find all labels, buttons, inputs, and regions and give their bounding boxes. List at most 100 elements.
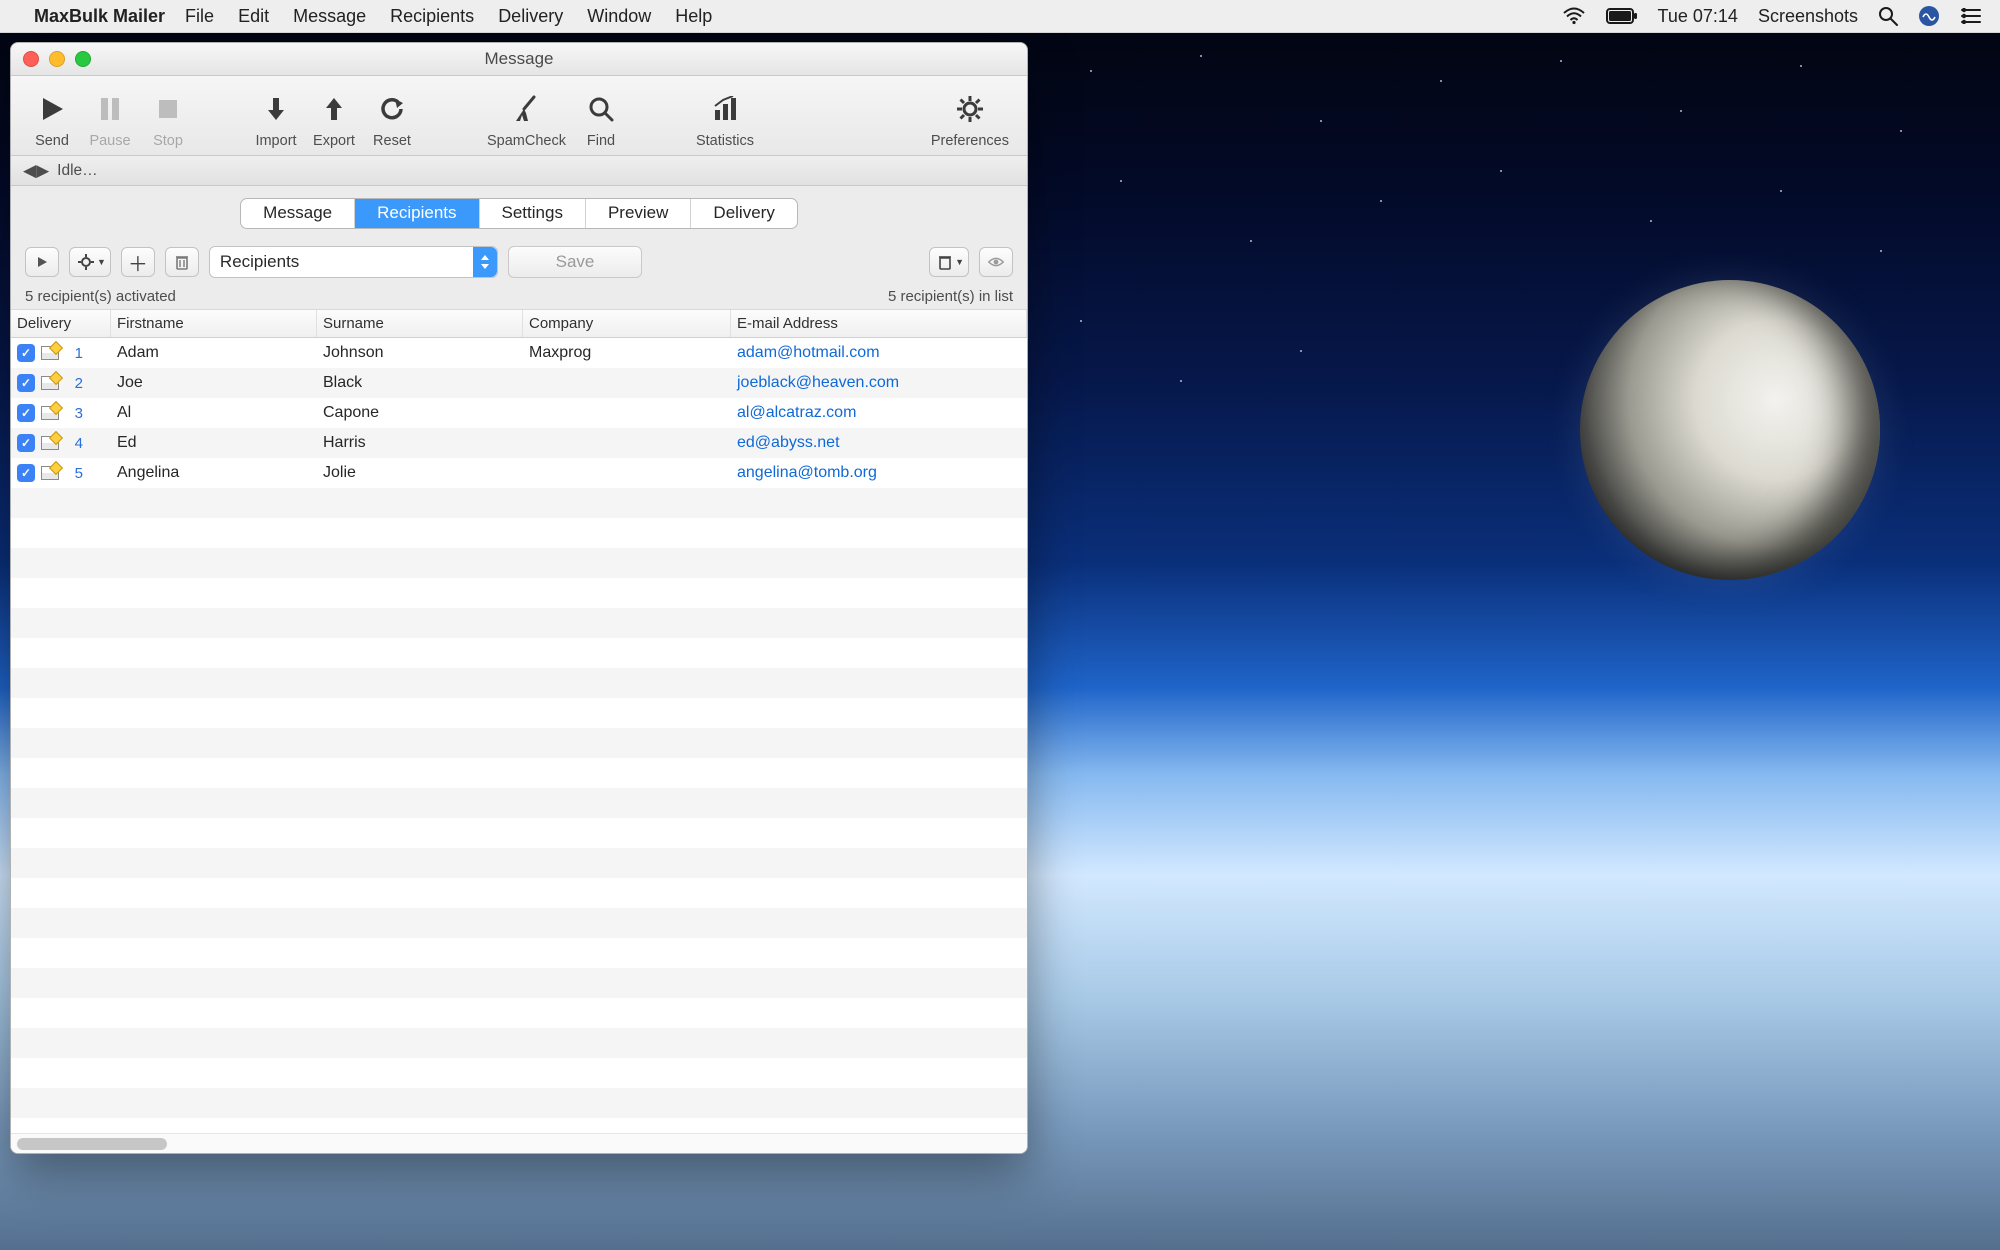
zoom-button[interactable]: [75, 51, 91, 67]
tab-message[interactable]: Message: [241, 199, 355, 228]
col-surname[interactable]: Surname: [317, 310, 523, 337]
table-row-empty: [11, 788, 1027, 818]
search-icon: [588, 89, 614, 129]
menu-message[interactable]: Message: [293, 6, 366, 27]
horizontal-scrollbar[interactable]: [11, 1133, 1027, 1153]
tab-settings[interactable]: Settings: [480, 199, 586, 228]
table-row[interactable]: ✓2JoeBlackjoeblack@heaven.com: [11, 368, 1027, 398]
stop-button[interactable]: Stop: [139, 89, 197, 149]
tab-recipients[interactable]: Recipients: [355, 199, 479, 228]
export-button[interactable]: Export: [305, 89, 363, 149]
row-index: 5: [65, 465, 83, 482]
stop-icon: [157, 89, 179, 129]
cell-surname: Johnson: [317, 338, 523, 368]
import-button[interactable]: Import: [247, 89, 305, 149]
table-row[interactable]: ✓4EdHarrised@abyss.net: [11, 428, 1027, 458]
traffic-lights: [23, 51, 91, 67]
vcard-icon: [41, 436, 59, 450]
save-button[interactable]: Save: [508, 246, 642, 278]
vcard-icon: [41, 346, 59, 360]
add-recipient-button[interactable]: ＋: [121, 247, 155, 277]
titlebar[interactable]: Message: [11, 43, 1027, 76]
notification-center-icon[interactable]: [1960, 8, 1982, 24]
table-row-empty: [11, 1088, 1027, 1118]
menubar-clock[interactable]: Tue 07:14: [1658, 6, 1738, 27]
cell-email: joeblack@heaven.com: [731, 368, 1027, 398]
pause-button[interactable]: Pause: [81, 89, 139, 149]
cell-email: ed@abyss.net: [731, 428, 1027, 458]
row-checkbox[interactable]: ✓: [17, 434, 35, 452]
wifi-icon[interactable]: [1562, 7, 1586, 25]
table-row[interactable]: ✓5AngelinaJolieangelina@tomb.org: [11, 458, 1027, 488]
table-row-empty: [11, 698, 1027, 728]
menu-recipients[interactable]: Recipients: [390, 6, 474, 27]
close-button[interactable]: [23, 51, 39, 67]
menu-delivery[interactable]: Delivery: [498, 6, 563, 27]
list-select-combo[interactable]: Recipients: [209, 246, 498, 278]
col-email[interactable]: E-mail Address: [731, 310, 1027, 337]
vcard-icon: [41, 376, 59, 390]
table-header[interactable]: Delivery Firstname Surname Company E-mai…: [11, 310, 1027, 338]
table-row-empty: [11, 968, 1027, 998]
spamcheck-button[interactable]: SpamCheck: [481, 89, 572, 149]
preferences-label: Preferences: [931, 133, 1009, 149]
play-icon: [39, 89, 65, 129]
broom-icon: [512, 89, 540, 129]
arrow-down-icon: [264, 89, 288, 129]
col-delivery[interactable]: Delivery: [11, 310, 111, 337]
refresh-icon: [379, 89, 405, 129]
table-row[interactable]: ✓3AlCaponeal@alcatraz.com: [11, 398, 1027, 428]
vcard-icon: [41, 466, 59, 480]
row-checkbox[interactable]: ✓: [17, 404, 35, 422]
cell-email: angelina@tomb.org: [731, 458, 1027, 488]
table-row-empty: [11, 638, 1027, 668]
cell-firstname: Angelina: [111, 458, 317, 488]
siri-icon[interactable]: [1918, 5, 1940, 27]
preferences-button[interactable]: Preferences: [925, 89, 1015, 149]
menu-edit[interactable]: Edit: [238, 6, 269, 27]
scrollbar-thumb[interactable]: [17, 1138, 167, 1150]
vcard-icon: [41, 406, 59, 420]
menu-window[interactable]: Window: [587, 6, 651, 27]
col-firstname[interactable]: Firstname: [111, 310, 317, 337]
gear-dropdown-button[interactable]: ▼: [69, 247, 111, 277]
list-tools: ▼ ＋ Recipients Save ▼: [11, 240, 1027, 284]
chevron-updown-icon: [473, 247, 497, 277]
app-name[interactable]: MaxBulk Mailer: [34, 6, 165, 27]
tab-delivery[interactable]: Delivery: [691, 199, 796, 228]
menubar-tray-label[interactable]: Screenshots: [1758, 6, 1858, 27]
reset-button[interactable]: Reset: [363, 89, 421, 149]
row-checkbox[interactable]: ✓: [17, 464, 35, 482]
delete-recipient-button[interactable]: [165, 247, 199, 277]
spotlight-icon[interactable]: [1878, 6, 1898, 26]
send-label: Send: [35, 133, 69, 149]
preview-eye-button[interactable]: [979, 247, 1013, 277]
stop-label: Stop: [153, 133, 183, 149]
minimize-button[interactable]: [49, 51, 65, 67]
table-row-empty: [11, 758, 1027, 788]
cell-firstname: Ed: [111, 428, 317, 458]
spamcheck-label: SpamCheck: [487, 133, 566, 149]
arrow-up-icon: [322, 89, 346, 129]
macos-menubar: MaxBulk Mailer File Edit Message Recipie…: [0, 0, 2000, 33]
table-row-empty: [11, 878, 1027, 908]
trash-dropdown-button[interactable]: ▼: [929, 247, 969, 277]
menu-file[interactable]: File: [185, 6, 214, 27]
menu-help[interactable]: Help: [675, 6, 712, 27]
col-company[interactable]: Company: [523, 310, 731, 337]
table-row-empty: [11, 908, 1027, 938]
find-label: Find: [587, 133, 615, 149]
tab-preview[interactable]: Preview: [586, 199, 691, 228]
table-row[interactable]: ✓1AdamJohnsonMaxprogadam@hotmail.com: [11, 338, 1027, 368]
battery-icon[interactable]: [1606, 8, 1638, 24]
statistics-button[interactable]: Statistics: [690, 89, 760, 149]
row-checkbox[interactable]: ✓: [17, 344, 35, 362]
play-list-button[interactable]: [25, 247, 59, 277]
table-row-empty: [11, 518, 1027, 548]
cell-surname: Black: [317, 368, 523, 398]
find-button[interactable]: Find: [572, 89, 630, 149]
send-button[interactable]: Send: [23, 89, 81, 149]
pause-icon: [99, 89, 121, 129]
row-checkbox[interactable]: ✓: [17, 374, 35, 392]
table-row-empty: [11, 578, 1027, 608]
